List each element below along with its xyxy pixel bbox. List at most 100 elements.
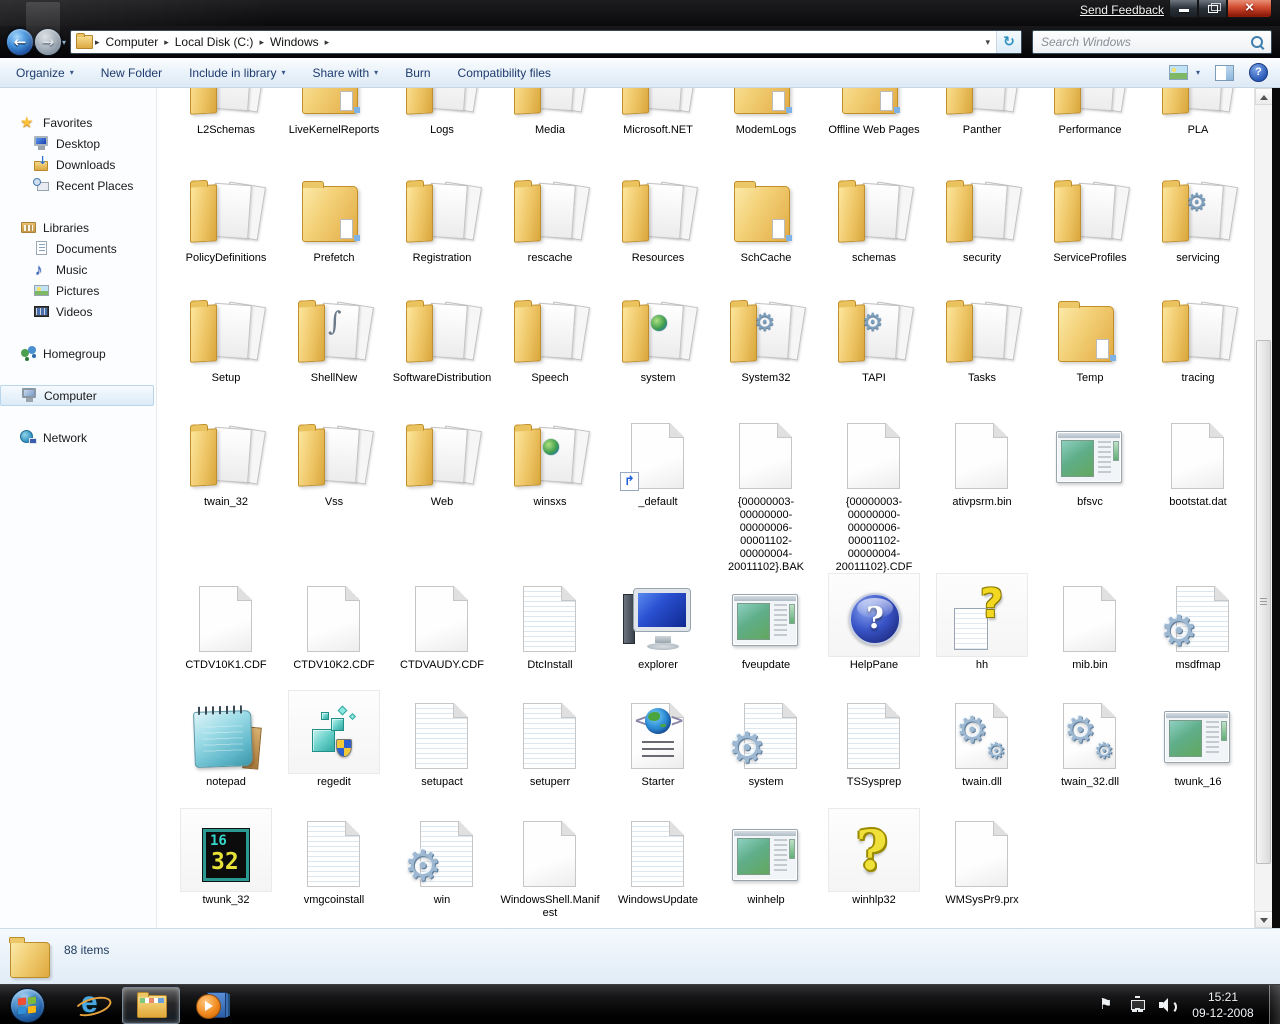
search-input[interactable]: [1039, 34, 1251, 50]
file-item[interactable]: twunk_16: [1144, 690, 1252, 789]
breadcrumb-item-local-disk-c[interactable]: Local Disk (C:): [169, 35, 260, 49]
refresh-button[interactable]: ↻: [996, 31, 1021, 53]
file-item[interactable]: tracing: [1144, 286, 1252, 385]
scroll-up-button[interactable]: [1255, 88, 1273, 105]
start-button[interactable]: [10, 988, 45, 1023]
toolbar-new-folder[interactable]: New Folder: [101, 66, 162, 80]
file-item[interactable]: WindowsUpdate: [604, 808, 712, 920]
address-dropdown-chevron-icon[interactable]: ▾: [979, 37, 996, 48]
file-item[interactable]: HelpPane: [820, 573, 928, 672]
sidebar-item-pictures[interactable]: Pictures: [0, 280, 156, 301]
file-item[interactable]: ⚙⚙twain_32.dll: [1036, 690, 1144, 789]
file-item[interactable]: setuperr: [496, 690, 604, 789]
search-box[interactable]: [1032, 30, 1272, 54]
file-item[interactable]: Registration: [388, 166, 496, 265]
file-item[interactable]: Vss: [280, 410, 388, 574]
file-item[interactable]: system: [604, 286, 712, 385]
views-button[interactable]: ▾: [1169, 65, 1200, 80]
file-item[interactable]: setupact: [388, 690, 496, 789]
toolbar-burn[interactable]: Burn: [405, 66, 430, 80]
file-item[interactable]: Logs: [388, 88, 496, 137]
sidebar-item-network[interactable]: Network: [0, 427, 156, 448]
sidebar-item-favorites[interactable]: Favorites: [0, 112, 156, 133]
file-item[interactable]: PolicyDefinitions: [172, 166, 280, 265]
file-item[interactable]: ⚙win: [388, 808, 496, 920]
toolbar-include-in-library[interactable]: Include in library▾: [189, 66, 285, 80]
file-item[interactable]: Offline Web Pages: [820, 88, 928, 137]
file-item[interactable]: CTDV10K1.CDF: [172, 573, 280, 672]
file-item[interactable]: Resources: [604, 166, 712, 265]
recent-pages-chevron-icon[interactable]: ▾: [62, 38, 66, 47]
maximize-button[interactable]: [1198, 0, 1227, 18]
sidebar-item-documents[interactable]: Documents: [0, 238, 156, 259]
file-item[interactable]: ⚙⚙twain.dll: [928, 690, 1036, 789]
file-item[interactable]: ativpsrm.bin: [928, 410, 1036, 574]
scroll-down-button[interactable]: [1255, 911, 1273, 928]
file-item[interactable]: ↱_default: [604, 410, 712, 574]
file-item[interactable]: Prefetch: [280, 166, 388, 265]
file-item[interactable]: ?winhlp32: [820, 808, 928, 920]
file-item[interactable]: 1632twunk_32: [172, 808, 280, 920]
breadcrumb-item-computer[interactable]: Computer: [100, 35, 165, 49]
file-item[interactable]: ⚙System32: [712, 286, 820, 385]
file-item[interactable]: {00000003-00000000-00000006-00001102-000…: [712, 410, 820, 574]
file-item[interactable]: SchCache: [712, 166, 820, 265]
file-item[interactable]: bootstat.dat: [1144, 410, 1252, 574]
file-item[interactable]: notepad: [172, 690, 280, 789]
file-item[interactable]: schemas: [820, 166, 928, 265]
sidebar-item-libraries[interactable]: Libraries: [0, 217, 156, 238]
file-item[interactable]: ⚙servicing: [1144, 166, 1252, 265]
file-item[interactable]: fveupdate: [712, 573, 820, 672]
file-item[interactable]: security: [928, 166, 1036, 265]
file-item[interactable]: winhelp: [712, 808, 820, 920]
file-item[interactable]: Microsoft.NET: [604, 88, 712, 137]
file-item[interactable]: DtcInstall: [496, 573, 604, 672]
file-item[interactable]: mib.bin: [1036, 573, 1144, 672]
taskbar-internet-explorer-button[interactable]: [76, 990, 108, 1020]
help-icon[interactable]: ?: [1249, 63, 1268, 82]
file-item[interactable]: Panther: [928, 88, 1036, 137]
sidebar-item-music[interactable]: Music: [0, 259, 156, 280]
file-item[interactable]: ModemLogs: [712, 88, 820, 137]
file-item[interactable]: rescache: [496, 166, 604, 265]
file-item[interactable]: ⚙TAPI: [820, 286, 928, 385]
file-item[interactable]: bfsvc: [1036, 410, 1144, 574]
toolbar-compatibility-files[interactable]: Compatibility files: [458, 66, 551, 80]
file-item[interactable]: twain_32: [172, 410, 280, 574]
file-item[interactable]: CTDV10K2.CDF: [280, 573, 388, 672]
file-item[interactable]: WMSysPr9.prx: [928, 808, 1036, 920]
sidebar-item-desktop[interactable]: Desktop: [0, 133, 156, 154]
file-item[interactable]: regedit: [280, 690, 388, 789]
file-item[interactable]: {00000003-00000000-00000006-00001102-000…: [820, 410, 928, 574]
network-icon[interactable]: [1129, 997, 1146, 1013]
file-item[interactable]: PLA: [1144, 88, 1252, 137]
send-feedback-link[interactable]: Send Feedback: [1080, 3, 1164, 17]
vertical-scrollbar[interactable]: [1254, 88, 1272, 928]
file-item[interactable]: vmgcoinstall: [280, 808, 388, 920]
preview-pane-icon[interactable]: [1215, 65, 1234, 81]
file-item[interactable]: ∫ShellNew: [280, 286, 388, 385]
sidebar-item-recent-places[interactable]: Recent Places: [0, 175, 156, 196]
sidebar-item-homegroup[interactable]: Homegroup: [0, 343, 156, 364]
sidebar-item-videos[interactable]: Videos: [0, 301, 156, 322]
file-item[interactable]: L2Schemas: [172, 88, 280, 137]
file-item[interactable]: winsxs: [496, 410, 604, 574]
file-item[interactable]: Web: [388, 410, 496, 574]
file-item[interactable]: Setup: [172, 286, 280, 385]
toolbar-organize[interactable]: Organize▾: [16, 66, 74, 80]
address-bar[interactable]: ▸Computer▸Local Disk (C:)▸Windows▸ ▾ ↻: [70, 30, 1022, 54]
minimize-button[interactable]: [1169, 0, 1198, 18]
show-desktop-button[interactable]: [1269, 985, 1280, 1024]
file-item[interactable]: TSSysprep: [820, 690, 928, 789]
file-item[interactable]: AvMedia: [496, 88, 604, 137]
file-item[interactable]: ⚙system: [712, 690, 820, 789]
file-item[interactable]: Temp: [1036, 286, 1144, 385]
file-item[interactable]: CTDVAUDY.CDF: [388, 573, 496, 672]
file-item[interactable]: SoftwareDistribution: [388, 286, 496, 385]
action-center-flag-icon[interactable]: [1099, 997, 1116, 1013]
sidebar-item-computer[interactable]: Computer: [0, 385, 154, 406]
taskbar-clock[interactable]: 15:21 09-12-2008: [1184, 989, 1262, 1021]
magnifier-icon[interactable]: [1251, 36, 1263, 48]
breadcrumb-item-windows[interactable]: Windows: [264, 35, 325, 49]
file-item[interactable]: <>Starter: [604, 690, 712, 789]
